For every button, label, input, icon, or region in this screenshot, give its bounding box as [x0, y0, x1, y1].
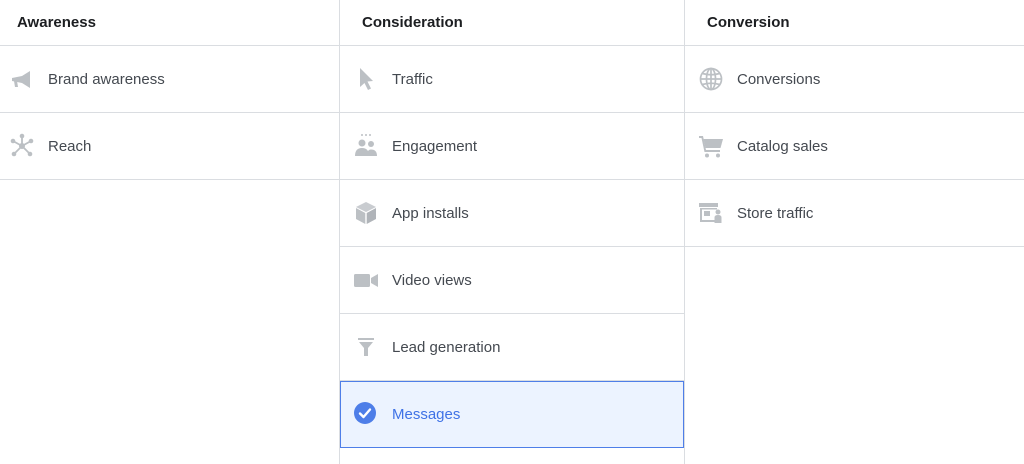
- column-header-consideration: Consideration: [340, 0, 684, 46]
- objective-traffic[interactable]: Traffic: [340, 46, 684, 113]
- people-icon: [353, 133, 379, 159]
- globe-icon: [698, 66, 724, 92]
- objective-video-views[interactable]: Video views: [340, 247, 684, 314]
- objective-app-installs[interactable]: App installs: [340, 180, 684, 247]
- objective-messages[interactable]: Messages: [340, 381, 684, 448]
- objective-lead-generation[interactable]: Lead generation: [340, 314, 684, 381]
- objective-store-traffic[interactable]: Store traffic: [685, 180, 1024, 247]
- funnel-icon: [353, 334, 379, 360]
- video-camera-icon: [353, 267, 379, 293]
- objective-label: Video views: [392, 271, 472, 289]
- objective-label: Brand awareness: [48, 70, 165, 88]
- objective-label: App installs: [392, 204, 469, 222]
- objective-label: Engagement: [392, 137, 478, 155]
- column-header-conversion: Conversion: [685, 0, 1024, 46]
- column-awareness: Awareness Brand awareness Reach: [0, 0, 340, 464]
- shopping-cart-icon: [698, 133, 724, 159]
- objective-label: Lead generation: [392, 338, 501, 356]
- column-consideration: Consideration Traffic Engagement App ins…: [340, 0, 685, 464]
- check-circle-icon: [353, 401, 379, 427]
- cursor-icon: [353, 66, 379, 92]
- objective-label: Reach: [48, 137, 92, 155]
- objective-reach[interactable]: Reach: [0, 113, 339, 180]
- column-conversion: Conversion Conversions Catalog sales Sto…: [685, 0, 1024, 464]
- objective-label: Messages: [392, 405, 461, 423]
- objective-catalog-sales[interactable]: Catalog sales: [685, 113, 1024, 180]
- megaphone-icon: [9, 66, 35, 92]
- objective-conversions[interactable]: Conversions: [685, 46, 1024, 113]
- objective-brand-awareness[interactable]: Brand awareness: [0, 46, 339, 113]
- objective-engagement[interactable]: Engagement: [340, 113, 684, 180]
- objective-label: Store traffic: [737, 204, 814, 222]
- objective-label: Catalog sales: [737, 137, 828, 155]
- store-icon: [698, 200, 724, 226]
- reach-network-icon: [9, 133, 35, 159]
- objective-grid: Awareness Brand awareness Reach Consider…: [0, 0, 1024, 464]
- box-icon: [353, 200, 379, 226]
- column-header-awareness: Awareness: [0, 0, 339, 46]
- objective-label: Traffic: [392, 70, 433, 88]
- objective-label: Conversions: [737, 70, 821, 88]
